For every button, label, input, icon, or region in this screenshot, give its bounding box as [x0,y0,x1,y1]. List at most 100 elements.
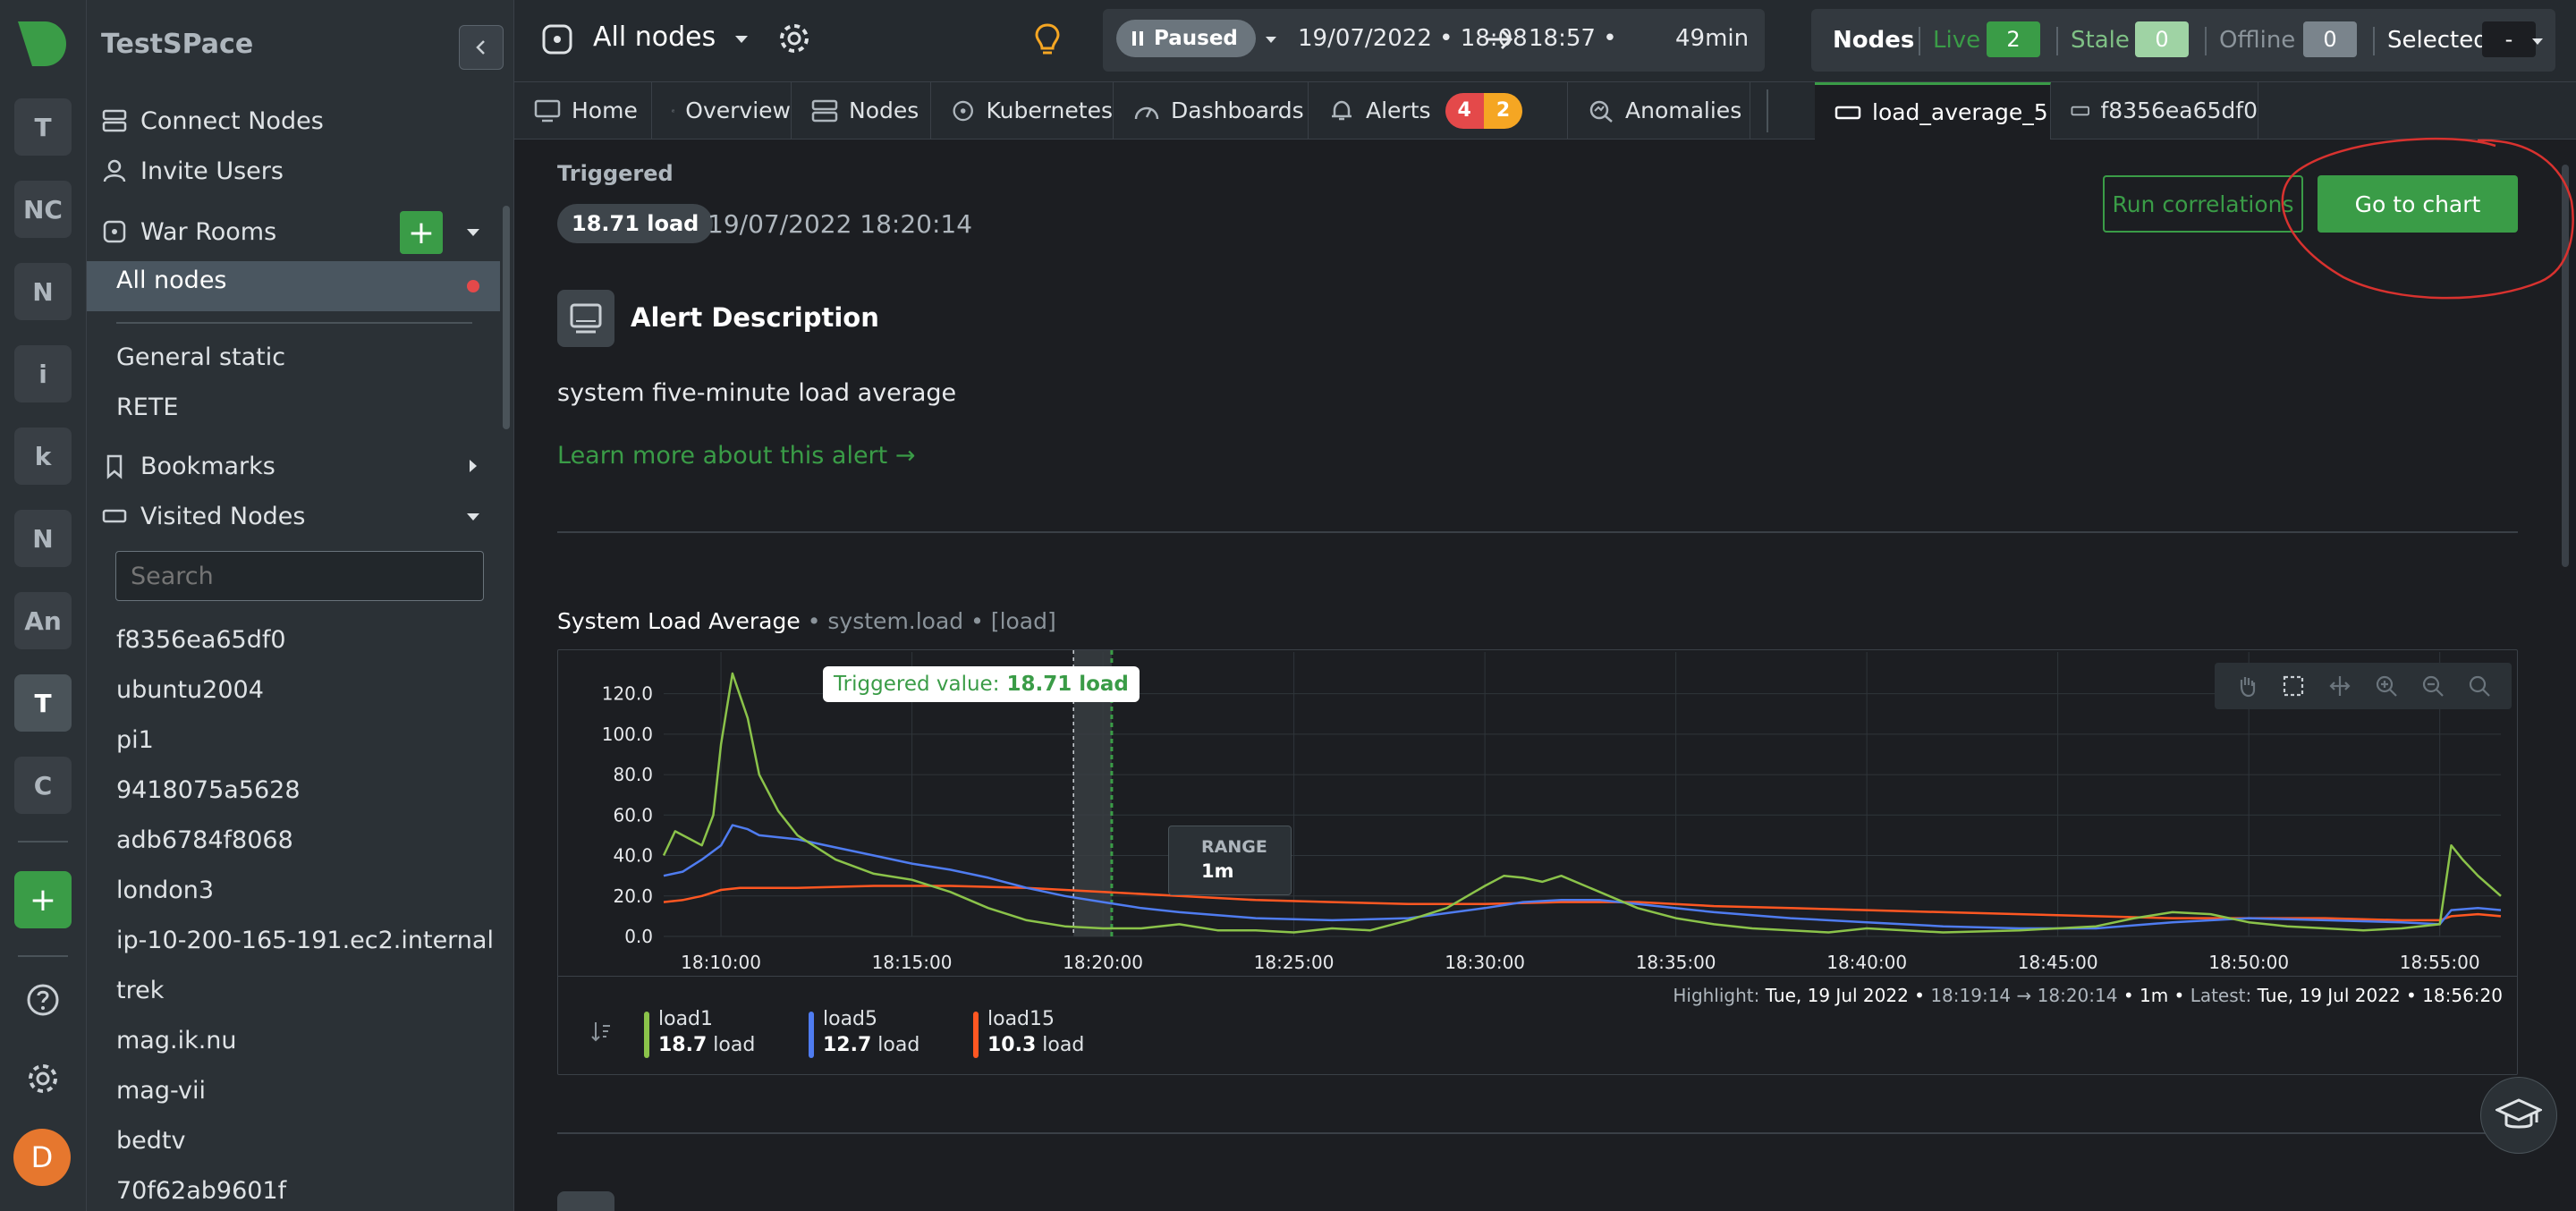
chevron-right-icon[interactable] [461,453,486,478]
alerts-count-badge: 4 2 [1445,92,1523,129]
y-tick-label: 40.0 [613,845,653,867]
zoom-in-icon[interactable] [2374,673,2399,699]
visited-node-item[interactable]: bedtv [116,1127,185,1155]
live-count-badge[interactable]: 2 [1987,21,2040,57]
bookmarks-header[interactable]: Bookmarks [101,444,275,488]
sidebar-scrollbar[interactable] [503,206,510,429]
visited-node-item[interactable]: 9418075a5628 [116,776,301,804]
triggered-value: 18.71 load [1006,673,1129,696]
nodes-label: Nodes [1833,27,1915,54]
select-horizontal-icon[interactable] [2327,673,2352,699]
graduation-cap-icon [2496,1098,2542,1129]
stale-label[interactable]: Stale [2071,27,2130,54]
tab-nodes[interactable]: Nodes [792,82,931,139]
visited-nodes-header[interactable]: Visited Nodes [101,494,305,538]
visited-node-item[interactable]: london3 [116,876,214,904]
highlight-duration: • 1m • [2123,985,2185,1006]
room-settings-gear-icon[interactable] [777,21,811,55]
settings-gear-icon[interactable] [25,1061,61,1097]
time-end: 18:57 • [1529,25,1617,52]
bell-icon [1332,100,1352,120]
invite-users-label: Invite Users [140,157,284,185]
war-rooms-header[interactable]: War Rooms [101,209,276,254]
add-space-button[interactable]: + [14,871,72,928]
space-button[interactable]: i [14,345,72,402]
x-tick-label: 18:45:00 [2018,952,2098,973]
live-label[interactable]: Live [1933,27,1980,54]
x-tick-label: 18:40:00 [1826,952,1907,973]
visited-node-item[interactable]: mag.ik.nu [116,1027,237,1054]
space-button[interactable]: T [14,98,72,156]
space-button[interactable]: C [14,757,72,814]
sort-icon[interactable] [589,1019,614,1044]
time-range-picker[interactable]: Paused 19/07/2022 • 18:08 18:57 • 49min [1103,9,1765,72]
tab-dashboards[interactable]: Dashboards [1114,82,1309,139]
collapse-sidebar-button[interactable] [459,25,504,70]
visited-node-item[interactable]: 70f62ab9601f [116,1177,286,1205]
war-room-item[interactable]: General static [116,343,285,371]
chart-container[interactable]: 0.0 20.0 40.0 60.0 80.0 100.0 120.0 18:10:00 18:… [557,649,2518,1075]
space-button[interactable]: An [14,592,72,649]
space-button[interactable]: N [14,510,72,567]
server-icon [811,99,838,122]
y-tick-label: 60.0 [613,804,653,826]
room-selector[interactable]: All nodes [593,21,716,53]
visited-node-item[interactable]: adb6784f8068 [116,826,293,854]
legend-item-load5[interactable]: load5 12.7 load [809,1008,919,1062]
tab-kubernetes[interactable]: Kubernetes [931,82,1114,139]
lightbulb-icon[interactable] [1031,21,1063,57]
visited-node-item[interactable]: ip-10-200-165-191.ec2.internal [116,927,494,954]
tab-home[interactable]: Home [514,82,652,139]
help-icon[interactable] [25,982,61,1018]
select-area-icon[interactable] [2281,673,2306,699]
legend-item-load15[interactable]: load15 10.3 load [973,1008,1084,1062]
chevron-down-icon[interactable] [2527,30,2548,52]
tab-alerts[interactable]: Alerts 4 2 [1309,82,1568,139]
chevron-down-icon[interactable] [729,27,754,52]
learn-help-button[interactable] [2480,1077,2557,1154]
netdata-logo-icon[interactable] [14,16,70,72]
tab-anomalies[interactable]: Anomalies [1568,82,1750,139]
visited-node-item[interactable]: f8356ea65df0 [116,626,286,654]
tab-load-average-5[interactable]: load_average_5 [1815,82,2051,140]
chevron-down-icon[interactable] [461,220,486,245]
visited-node-item[interactable]: mag-vii [116,1077,206,1105]
legend-value: 18.7 [658,1034,708,1056]
monitor-icon [570,303,602,334]
user-avatar[interactable]: D [13,1129,71,1186]
x-tick-label: 18:10:00 [681,952,761,973]
learn-more-link[interactable]: Learn more about this alert → [557,442,915,470]
stale-count-badge[interactable]: 0 [2135,21,2189,57]
tab-overview[interactable]: Overview [652,82,792,139]
arrow-right-icon [1487,29,1513,50]
offline-label[interactable]: Offline [2219,27,2295,54]
legend-value: 10.3 [987,1034,1037,1056]
offline-count-badge[interactable]: 0 [2303,21,2357,57]
war-room-item[interactable]: RETE [116,394,178,421]
invite-users-link[interactable]: Invite Users [101,148,284,193]
section-divider [557,1132,2518,1134]
space-button[interactable]: k [14,428,72,485]
divider [2373,27,2375,55]
visited-node-item[interactable]: ubuntu2004 [116,676,264,704]
chevron-down-icon[interactable] [461,504,486,529]
space-button-active[interactable]: T [14,674,72,732]
chevron-down-icon[interactable] [1260,29,1282,50]
add-war-room-button[interactable]: + [400,211,443,254]
play-pause-toggle[interactable]: Paused [1116,20,1256,57]
node-search-input[interactable] [115,551,484,601]
pan-hand-icon[interactable] [2234,673,2259,699]
space-button[interactable]: NC [14,181,72,238]
x-tick-label: 18:35:00 [1636,952,1716,973]
visited-node-item[interactable]: trek [116,977,164,1004]
zoom-out-icon[interactable] [2420,673,2445,699]
dashboard-gauge-icon [1134,106,1159,119]
tab-node-f8356ea65df0[interactable]: f8356ea65df0 [2051,82,2258,139]
critical-alerts-count: 4 [1445,92,1484,129]
y-tick-label: 20.0 [613,885,653,907]
connect-nodes-link[interactable]: Connect Nodes [101,98,324,143]
visited-node-item[interactable]: pi1 [116,726,154,754]
legend-item-load1[interactable]: load1 18.7 load [644,1008,755,1062]
reset-zoom-icon[interactable] [2467,673,2492,699]
space-button[interactable]: N [14,263,72,320]
